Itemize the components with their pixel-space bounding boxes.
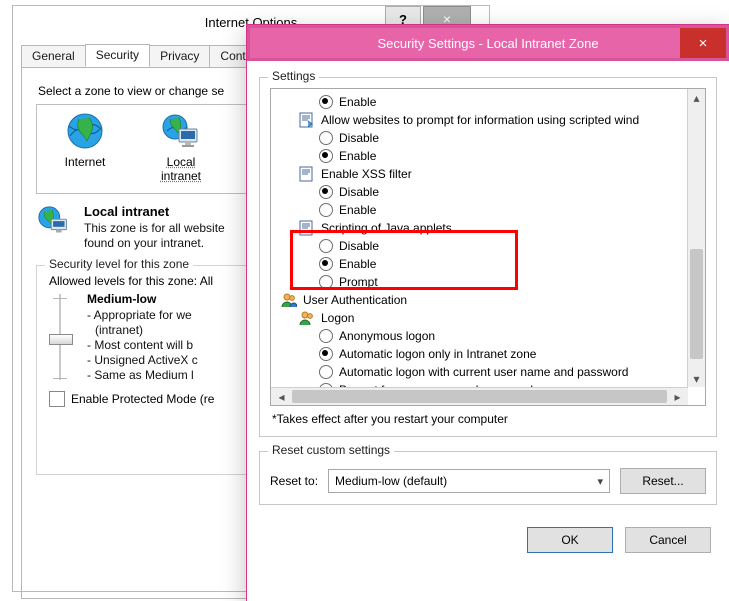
horizontal-scrollbar[interactable]: ◂ ▸ — [271, 387, 688, 405]
reset-level-value: Medium-low (default) — [335, 474, 447, 488]
option-prompt[interactable]: Prompt — [319, 273, 682, 291]
tab-security[interactable]: Security — [85, 44, 150, 67]
radio-icon[interactable] — [319, 239, 333, 253]
scroll-right-icon[interactable]: ▸ — [669, 390, 686, 404]
tab-privacy[interactable]: Privacy — [149, 45, 210, 67]
globe-icon — [65, 111, 105, 151]
protected-mode-checkbox[interactable] — [49, 391, 65, 407]
users-icon — [299, 310, 315, 326]
reset-group: Reset custom settings Reset to: Medium-l… — [259, 451, 717, 505]
zone-local-intranet-label: Local intranet — [147, 155, 215, 183]
node-xss-filter: Enable XSS filter — [299, 165, 682, 183]
chevron-down-icon: ▾ — [597, 475, 603, 488]
zone-internet-label: Internet — [65, 155, 106, 169]
option-disable[interactable]: Disable — [319, 237, 682, 255]
node-scripted-prompt: Allow websites to prompt for information… — [299, 111, 682, 129]
selected-zone-desc2: found on your intranet. — [84, 236, 225, 251]
protected-mode-label: Enable Protected Mode (re — [71, 392, 214, 406]
scroll-thumb[interactable] — [690, 249, 703, 359]
dialog-footer: OK Cancel — [247, 515, 729, 565]
reset-button[interactable]: Reset... — [620, 468, 706, 494]
ss-titlebar: Security Settings - Local Intranet Zone … — [250, 28, 726, 58]
radio-icon[interactable] — [319, 185, 333, 199]
node-java-applets: Scripting of Java applets — [299, 219, 682, 237]
scroll-left-icon[interactable]: ◂ — [273, 390, 290, 404]
node-logon: Logon — [299, 309, 682, 327]
scroll-down-icon[interactable]: ▾ — [688, 370, 705, 387]
users-icon — [281, 292, 297, 308]
radio-icon[interactable] — [319, 365, 333, 379]
option-auto-current[interactable]: Automatic logon with current user name a… — [319, 363, 682, 381]
node-user-authentication: User Authentication — [281, 291, 682, 309]
option-disable[interactable]: Disable — [319, 183, 682, 201]
security-level-group-title: Security level for this zone — [45, 257, 193, 271]
security-settings-window: Security Settings - Local Intranet Zone … — [246, 24, 729, 601]
radio-icon[interactable] — [319, 347, 333, 361]
option-enable[interactable]: Enable — [319, 255, 682, 273]
ok-button[interactable]: OK — [527, 527, 613, 553]
script-icon — [299, 166, 315, 182]
restart-note: *Takes effect after you restart your com… — [272, 412, 706, 426]
radio-icon[interactable] — [319, 257, 333, 271]
reset-group-title: Reset custom settings — [268, 443, 394, 457]
slider-thumb[interactable] — [49, 334, 73, 345]
scroll-up-icon[interactable]: ▴ — [688, 89, 705, 106]
option-auto-intranet[interactable]: Automatic logon only in Intranet zone — [319, 345, 682, 363]
settings-tree: Enable Allow websites to prompt for info… — [270, 88, 706, 406]
radio-icon[interactable] — [319, 149, 333, 163]
reset-level-select[interactable]: Medium-low (default) ▾ — [328, 469, 610, 493]
script-icon — [299, 112, 315, 128]
globe-monitor-icon — [161, 111, 201, 151]
scroll-thumb[interactable] — [292, 390, 667, 403]
selected-zone-name: Local intranet — [84, 204, 225, 219]
vertical-scrollbar[interactable]: ▴ ▾ — [687, 89, 705, 387]
option-disable[interactable]: Disable — [319, 129, 682, 147]
ss-title-text: Security Settings - Local Intranet Zone — [377, 36, 598, 51]
option-enable[interactable]: Enable — [319, 201, 682, 219]
cancel-button[interactable]: Cancel — [625, 527, 711, 553]
selected-zone-desc1: This zone is for all website — [84, 221, 225, 236]
radio-icon[interactable] — [319, 95, 333, 109]
radio-icon[interactable] — [319, 275, 333, 289]
settings-group-title: Settings — [268, 69, 319, 83]
script-icon — [299, 220, 315, 236]
slider-track[interactable] — [49, 292, 71, 382]
zone-local-intranet[interactable]: Local intranet — [147, 111, 215, 183]
radio-icon[interactable] — [319, 131, 333, 145]
tab-general[interactable]: General — [21, 45, 86, 67]
settings-group: Settings Enable Allow websites to prompt… — [259, 77, 717, 437]
zone-internet[interactable]: Internet — [51, 111, 119, 169]
intranet-shield-icon — [36, 204, 74, 242]
option-enable[interactable]: Enable — [319, 147, 682, 165]
ss-close-button[interactable]: × — [680, 28, 726, 58]
radio-icon[interactable] — [319, 329, 333, 343]
ss-body: Settings Enable Allow websites to prompt… — [247, 61, 729, 515]
radio-icon[interactable] — [319, 203, 333, 217]
option-enable[interactable]: Enable — [319, 93, 682, 111]
option-anonymous-logon[interactable]: Anonymous logon — [319, 327, 682, 345]
reset-to-label: Reset to: — [270, 474, 318, 488]
